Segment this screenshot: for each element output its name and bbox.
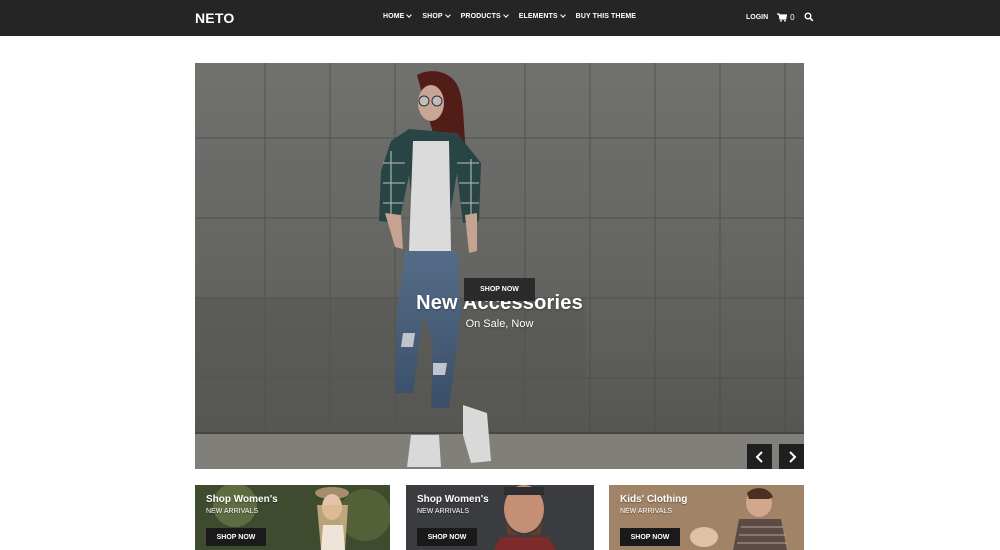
nav-item-shop[interactable]: SHOP — [422, 12, 451, 20]
nav-item-label: ELEMENTS — [518, 13, 558, 20]
hero-shop-now-button[interactable]: SHOP NOW — [464, 278, 535, 301]
chevron-down-icon — [559, 12, 566, 18]
promo-shop-now-button[interactable]: SHOP NOW — [206, 528, 266, 546]
promo-shop-now-button[interactable]: SHOP NOW — [417, 528, 477, 546]
promo-tile-title: Kids' Clothing — [620, 494, 688, 505]
cart-button[interactable]: 0 — [777, 12, 795, 22]
nav-item-products[interactable]: PRODUCTS — [460, 12, 509, 20]
chevron-right-icon — [788, 450, 796, 463]
promo-tile-subtitle: NEW ARRIVALS — [206, 508, 258, 515]
slider-next-button[interactable] — [779, 444, 804, 469]
promo-tile-title: Shop Women's — [206, 494, 278, 505]
main-nav: HOME SHOP PRODUCTS ELEMENTS BUY THIS THE… — [383, 12, 647, 20]
nav-item-label: HOME — [383, 13, 405, 20]
nav-item-home[interactable]: HOME — [383, 12, 413, 20]
promo-tile-womens[interactable]: Shop Women's NEW ARRIVALS SHOP NOW — [195, 485, 390, 550]
chevron-down-icon — [406, 12, 413, 18]
chevron-left-icon — [755, 450, 763, 463]
nav-item-elements[interactable]: ELEMENTS — [518, 12, 566, 20]
cart-icon — [777, 12, 788, 22]
promo-tile-womens-2[interactable]: Shop Women's NEW ARRIVALS SHOP NOW — [406, 485, 594, 550]
promo-tile-subtitle: NEW ARRIVALS — [417, 508, 469, 515]
nav-item-buy-theme[interactable]: BUY THIS THEME — [576, 13, 636, 20]
search-icon[interactable] — [804, 12, 814, 22]
hero-subtitle: On Sale, Now — [465, 318, 534, 330]
nav-item-label: BUY THIS THEME — [575, 13, 637, 20]
top-navigation-bar: NETO HOME SHOP PRODUCTS ELEMENTS BUY THI… — [0, 0, 1000, 36]
site-logo[interactable]: NETO — [195, 10, 234, 26]
promo-shop-now-button[interactable]: SHOP NOW — [620, 528, 680, 546]
login-link[interactable]: LOGIN — [746, 14, 768, 21]
promo-tile-title: Shop Women's — [417, 494, 489, 505]
slider-prev-button[interactable] — [747, 444, 772, 469]
promo-tile-kids[interactable]: Kids' Clothing NEW ARRIVALS SHOP NOW — [609, 485, 804, 550]
hero-background-image — [195, 63, 804, 469]
promo-tile-subtitle: NEW ARRIVALS — [620, 508, 672, 515]
nav-item-label: PRODUCTS — [460, 13, 501, 20]
nav-item-label: SHOP — [422, 13, 443, 20]
chevron-down-icon — [502, 12, 509, 18]
cart-count: 0 — [790, 12, 795, 22]
chevron-down-icon — [444, 12, 451, 18]
hero-slider: New Accessories On Sale, Now SHOP NOW — [195, 63, 804, 469]
account-nav: LOGIN 0 — [746, 12, 814, 22]
